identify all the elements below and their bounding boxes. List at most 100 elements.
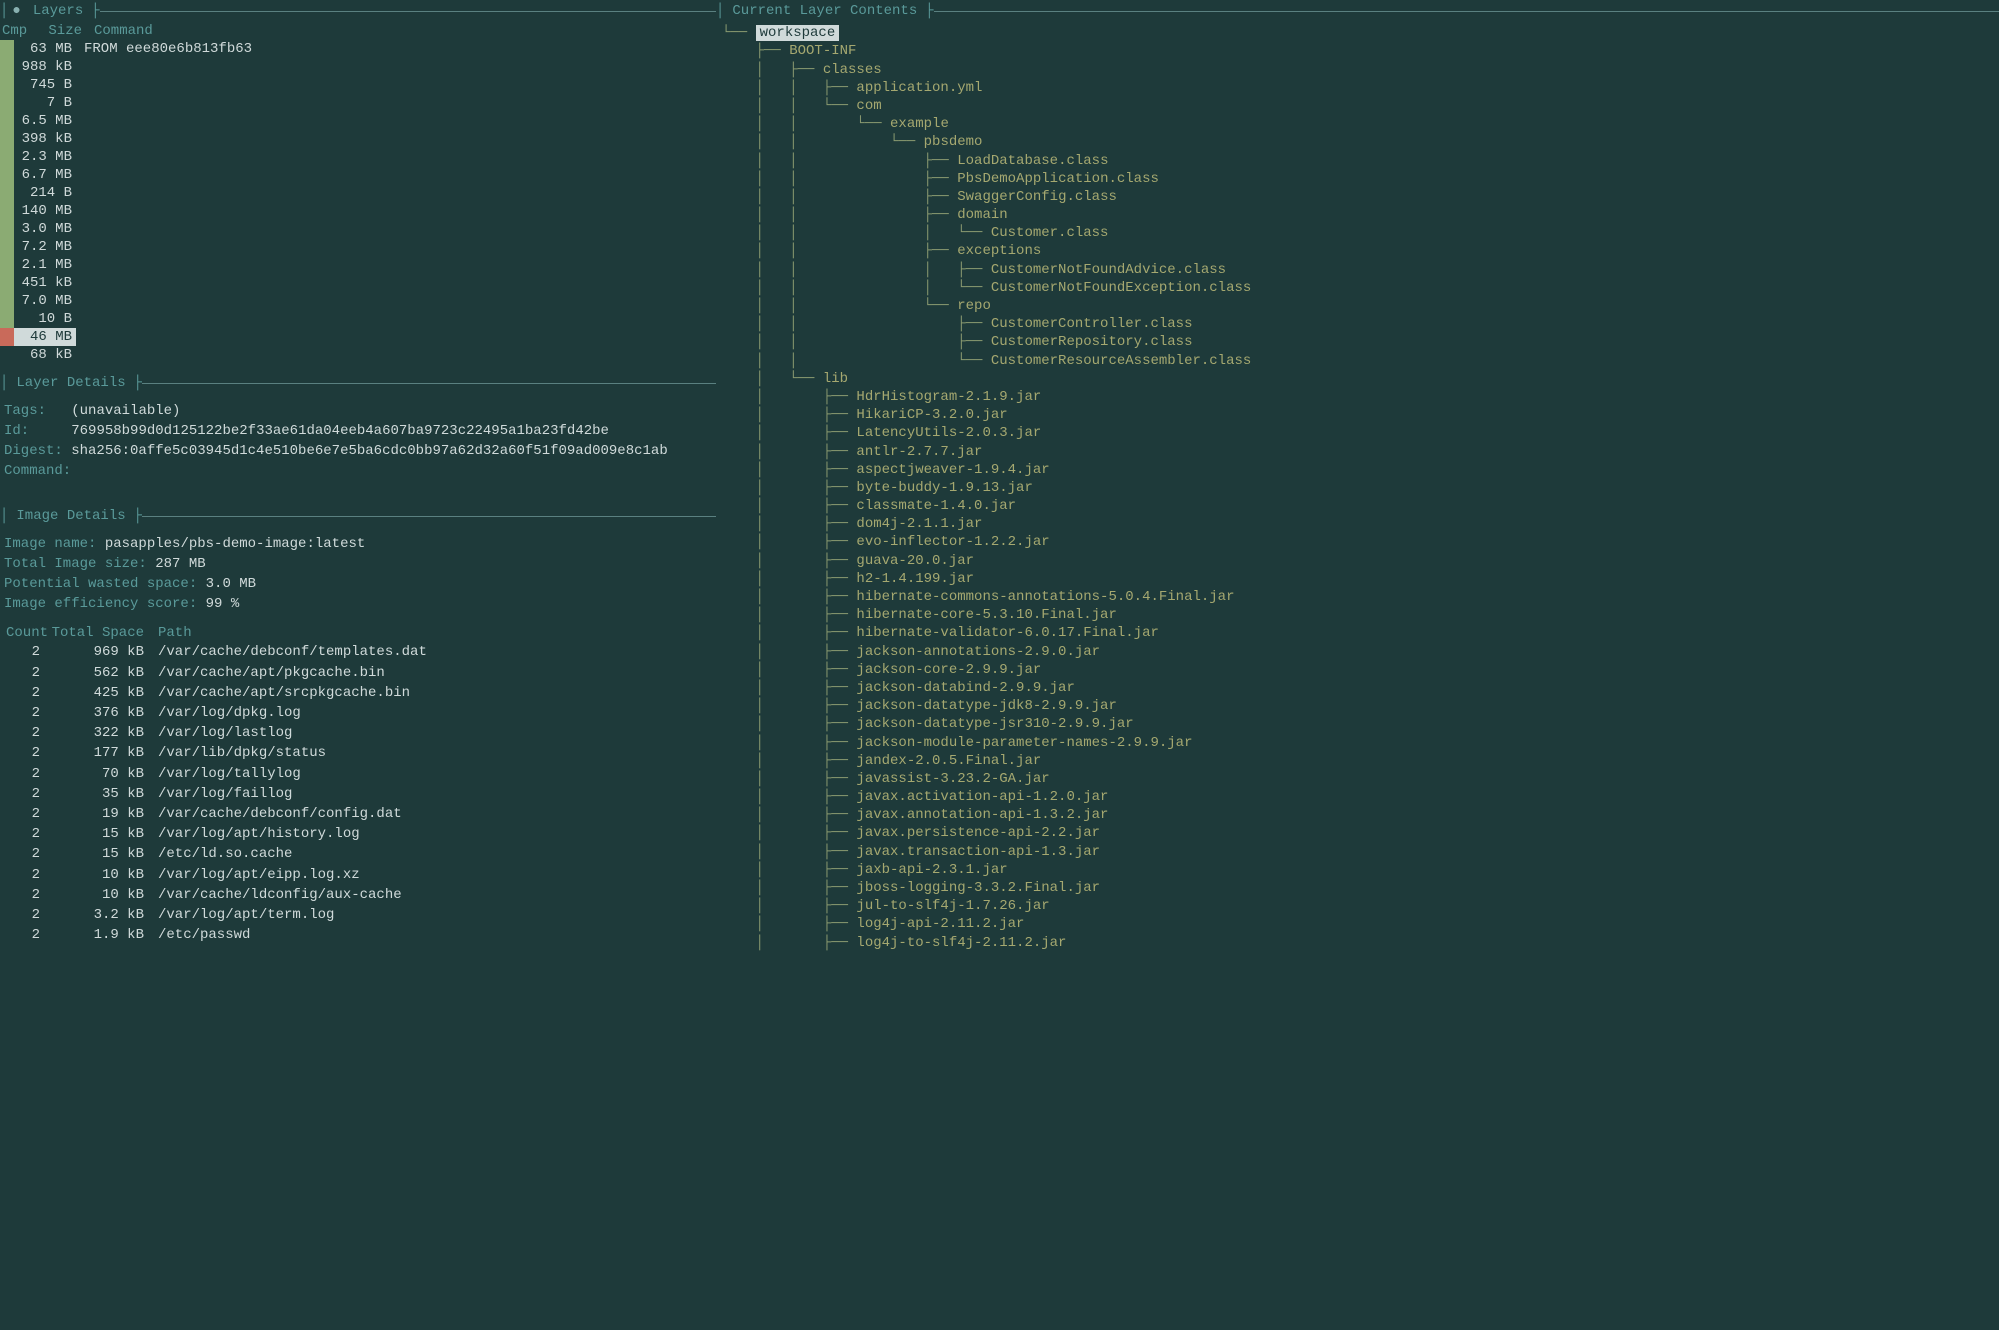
- tree-node[interactable]: │ ├── dom4j-2.1.1.jar: [722, 515, 1999, 533]
- tree-node[interactable]: │ │ └── CustomerResourceAssembler.class: [722, 352, 1999, 370]
- tree-node[interactable]: │ │ ├── application.yml: [722, 79, 1999, 97]
- layer-size: 214 B: [14, 184, 76, 202]
- waste-row: 2177 kB/var/lib/dpkg/status: [4, 743, 712, 763]
- waste-row: 270 kB/var/log/tallylog: [4, 764, 712, 784]
- layer-size: 68 kB: [14, 346, 76, 364]
- tree-node[interactable]: │ ├── javassist-3.23.2-GA.jar: [722, 770, 1999, 788]
- file-tree[interactable]: └── workspace ├── BOOT-INF │ ├── classes…: [716, 22, 1999, 952]
- layer-cmp-bar: [0, 148, 14, 166]
- layer-cmp-bar: [0, 94, 14, 112]
- layer-row[interactable]: 6.7 MB: [0, 166, 716, 184]
- tree-node[interactable]: │ │ └── repo: [722, 297, 1999, 315]
- tree-node[interactable]: │ ├── LatencyUtils-2.0.3.jar: [722, 424, 1999, 442]
- tree-node[interactable]: └── workspace: [722, 24, 1999, 42]
- layer-cmp-bar: [0, 310, 14, 328]
- layer-row[interactable]: 988 kB: [0, 58, 716, 76]
- layer-command: FROM eee80e6b813fb63: [76, 40, 716, 58]
- layer-cmp-bar: [0, 184, 14, 202]
- layers-list[interactable]: 63 MBFROM eee80e6b813fb63988 kB745 B7 B6…: [0, 40, 716, 364]
- tree-node[interactable]: │ ├── evo-inflector-1.2.2.jar: [722, 533, 1999, 551]
- tree-node[interactable]: │ ├── log4j-api-2.11.2.jar: [722, 915, 1999, 933]
- tree-node[interactable]: │ │ │ └── Customer.class: [722, 224, 1999, 242]
- tree-node[interactable]: │ ├── hibernate-core-5.3.10.Final.jar: [722, 606, 1999, 624]
- tree-node[interactable]: │ │ ├── domain: [722, 206, 1999, 224]
- tree-node[interactable]: │ ├── hibernate-commons-annotations-5.0.…: [722, 588, 1999, 606]
- tree-node[interactable]: │ ├── aspectjweaver-1.9.4.jar: [722, 461, 1999, 479]
- waste-row: 2376 kB/var/log/dpkg.log: [4, 703, 712, 723]
- tree-node[interactable]: │ ├── jackson-annotations-2.9.0.jar: [722, 643, 1999, 661]
- waste-row: 210 kB/var/log/apt/eipp.log.xz: [4, 865, 712, 885]
- tree-node[interactable]: │ ├── jul-to-slf4j-1.7.26.jar: [722, 897, 1999, 915]
- tree-node[interactable]: │ │ │ ├── CustomerNotFoundAdvice.class: [722, 261, 1999, 279]
- tree-node[interactable]: │ ├── jackson-databind-2.9.9.jar: [722, 679, 1999, 697]
- waste-row: 219 kB/var/cache/debconf/config.dat: [4, 804, 712, 824]
- tree-node[interactable]: │ ├── javax.transaction-api-1.3.jar: [722, 843, 1999, 861]
- layer-row[interactable]: 2.1 MB: [0, 256, 716, 274]
- layer-size: 46 MB: [14, 328, 76, 346]
- tree-node[interactable]: │ │ ├── CustomerRepository.class: [722, 333, 1999, 351]
- tree-node[interactable]: │ ├── javax.activation-api-1.2.0.jar: [722, 788, 1999, 806]
- tree-node[interactable]: │ ├── javax.persistence-api-2.2.jar: [722, 824, 1999, 842]
- tree-node[interactable]: │ ├── classes: [722, 61, 1999, 79]
- tree-node[interactable]: │ ├── jboss-logging-3.3.2.Final.jar: [722, 879, 1999, 897]
- layer-cmp-bar: [0, 238, 14, 256]
- layer-row[interactable]: 46 MB: [0, 328, 716, 346]
- tree-node[interactable]: │ ├── log4j-to-slf4j-2.11.2.jar: [722, 934, 1999, 952]
- layer-row[interactable]: 7.0 MB: [0, 292, 716, 310]
- layer-size: 63 MB: [14, 40, 76, 58]
- tree-node[interactable]: │ │ │ └── CustomerNotFoundException.clas…: [722, 279, 1999, 297]
- layer-row[interactable]: 63 MBFROM eee80e6b813fb63: [0, 40, 716, 58]
- layer-row[interactable]: 451 kB: [0, 274, 716, 292]
- contents-panel-header: │ Current Layer Contents ├: [716, 0, 1999, 22]
- layer-row[interactable]: 398 kB: [0, 130, 716, 148]
- tree-node[interactable]: │ ├── HdrHistogram-2.1.9.jar: [722, 388, 1999, 406]
- layer-cmp-bar: [0, 202, 14, 220]
- waste-table-header: Count Total Space Path: [4, 624, 712, 642]
- layer-row[interactable]: 68 kB: [0, 346, 716, 364]
- layer-size: 451 kB: [14, 274, 76, 292]
- layer-row[interactable]: 745 B: [0, 76, 716, 94]
- tree-node[interactable]: │ ├── jackson-module-parameter-names-2.9…: [722, 734, 1999, 752]
- waste-row: 210 kB/var/cache/ldconfig/aux-cache: [4, 885, 712, 905]
- tree-node[interactable]: │ │ ├── PbsDemoApplication.class: [722, 170, 1999, 188]
- tree-node[interactable]: │ │ └── com: [722, 97, 1999, 115]
- tree-node[interactable]: │ ├── jackson-datatype-jdk8-2.9.9.jar: [722, 697, 1999, 715]
- layer-row[interactable]: 7.2 MB: [0, 238, 716, 256]
- tree-node[interactable]: │ ├── hibernate-validator-6.0.17.Final.j…: [722, 624, 1999, 642]
- tree-node[interactable]: │ │ └── pbsdemo: [722, 133, 1999, 151]
- layer-row[interactable]: 10 B: [0, 310, 716, 328]
- layer-size: 7.0 MB: [14, 292, 76, 310]
- tree-node[interactable]: │ ├── h2-1.4.199.jar: [722, 570, 1999, 588]
- layer-row[interactable]: 6.5 MB: [0, 112, 716, 130]
- tree-node[interactable]: │ ├── HikariCP-3.2.0.jar: [722, 406, 1999, 424]
- tree-node[interactable]: │ │ ├── LoadDatabase.class: [722, 152, 1999, 170]
- tree-node[interactable]: │ │ ├── CustomerController.class: [722, 315, 1999, 333]
- layer-row[interactable]: 3.0 MB: [0, 220, 716, 238]
- tree-node[interactable]: ├── BOOT-INF: [722, 42, 1999, 60]
- tree-node[interactable]: │ │ ├── exceptions: [722, 242, 1999, 260]
- layer-size: 140 MB: [14, 202, 76, 220]
- tree-node[interactable]: │ │ └── example: [722, 115, 1999, 133]
- layer-size: 2.1 MB: [14, 256, 76, 274]
- layer-size: 2.3 MB: [14, 148, 76, 166]
- layer-row[interactable]: 7 B: [0, 94, 716, 112]
- tree-node[interactable]: │ ├── guava-20.0.jar: [722, 552, 1999, 570]
- tree-node[interactable]: │ │ ├── SwaggerConfig.class: [722, 188, 1999, 206]
- tree-node[interactable]: │ ├── byte-buddy-1.9.13.jar: [722, 479, 1999, 497]
- tree-node[interactable]: │ ├── classmate-1.4.0.jar: [722, 497, 1999, 515]
- tree-node[interactable]: │ ├── jandex-2.0.5.Final.jar: [722, 752, 1999, 770]
- layer-row[interactable]: 2.3 MB: [0, 148, 716, 166]
- image-details-body: Image name: pasapples/pbs-demo-image:lat…: [0, 528, 716, 950]
- tree-node[interactable]: │ ├── jackson-core-2.9.9.jar: [722, 661, 1999, 679]
- waste-row: 2322 kB/var/log/lastlog: [4, 723, 712, 743]
- layer-cmp-bar: [0, 274, 14, 292]
- tree-node[interactable]: │ └── lib: [722, 370, 1999, 388]
- layer-row[interactable]: 140 MB: [0, 202, 716, 220]
- layer-size: 745 B: [14, 76, 76, 94]
- tree-node[interactable]: │ ├── jaxb-api-2.3.1.jar: [722, 861, 1999, 879]
- tree-node[interactable]: │ ├── jackson-datatype-jsr310-2.9.9.jar: [722, 715, 1999, 733]
- layer-row[interactable]: 214 B: [0, 184, 716, 202]
- tree-node[interactable]: │ ├── antlr-2.7.7.jar: [722, 443, 1999, 461]
- layer-details-header: │ Layer Details ├: [0, 372, 716, 394]
- tree-node[interactable]: │ ├── javax.annotation-api-1.3.2.jar: [722, 806, 1999, 824]
